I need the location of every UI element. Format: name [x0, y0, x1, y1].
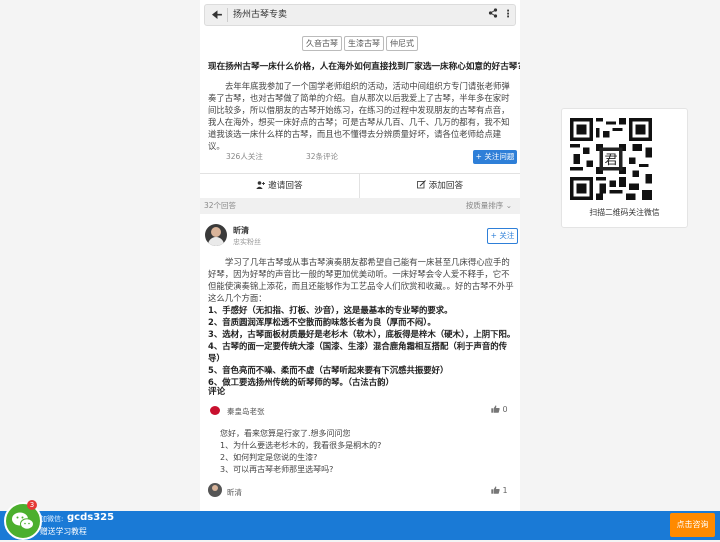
- comment-line: 3、可以再古琴老师那里选琴吗?: [220, 465, 334, 474]
- tag[interactable]: 仲尼式: [386, 36, 418, 51]
- sort-label: 按质量排序: [465, 201, 504, 210]
- main-column: 🠈 扬州古琴专卖 ⋮ 久音古琴 生漆古琴 仲尼式 现在扬州古琴一床什么价格，人在…: [200, 0, 520, 540]
- comment-line: 2、如何判定是您说的生漆?: [220, 453, 318, 462]
- comment-like-button[interactable]: 1: [491, 486, 508, 495]
- comment-body: 您好，看来您算是行家了.想多问问您 1、为什么要选老杉木的，我看很多是桐木的? …: [220, 428, 516, 476]
- comment-line: 1、为什么要选老杉木的，我看很多是桐木的?: [220, 441, 382, 450]
- question-body: 去年年底我参加了一个国学老师组织的活动，活动中间组织方专门请张老师弹奏了古琴，也…: [208, 81, 510, 151]
- wechat-label: 加微信:: [40, 515, 64, 523]
- qr-caption: 扫描二维码关注微信: [589, 208, 660, 217]
- comment-like-count: 0: [502, 405, 508, 414]
- more-vertical-icon[interactable]: ⋮: [503, 5, 513, 25]
- answer-point: 6、做工要选扬州传统的斫琴师的琴。（古法古韵）: [208, 377, 394, 387]
- answer-author-avatar[interactable]: [205, 224, 227, 246]
- thumbs-up-icon: [491, 486, 503, 495]
- comment-author-name[interactable]: 昕清: [227, 487, 242, 498]
- comments-count[interactable]: 32条评论: [306, 152, 338, 162]
- question-title: 现在扬州古琴一床什么价格，人在海外如何直接找到厂家选一床称心如意的好古琴?: [208, 62, 520, 72]
- add-answer-label: 添加回答: [428, 181, 464, 191]
- answer-body: 学习了几年古琴或从事古琴演奏朋友都希望自己能有一床甚至几床得心应手的好琴，因为好…: [208, 256, 516, 388]
- share-icon[interactable]: [488, 5, 500, 25]
- toolbar-divider: [227, 8, 228, 22]
- wechat-icon[interactable]: [4, 502, 42, 540]
- tag[interactable]: 久音古琴: [302, 36, 342, 51]
- comment-author-avatar[interactable]: [209, 404, 221, 416]
- wechat-id[interactable]: gcds325: [67, 512, 114, 523]
- answers-count: 32个回答: [204, 201, 237, 210]
- invite-answer-button[interactable]: 邀请回答: [200, 174, 360, 198]
- answers-bar: 32个回答 按质量排序 ⌄: [200, 198, 520, 214]
- comment-author-name[interactable]: 秦皇岛老张: [227, 406, 265, 417]
- back-arrow-icon[interactable]: 🠈: [209, 6, 225, 24]
- sort-dropdown[interactable]: 按质量排序 ⌄: [466, 198, 512, 214]
- followers-count: 326人关注: [226, 152, 263, 161]
- comment-line: 您好，看来您算是行家了.想多问问您: [220, 429, 351, 438]
- comment-author-avatar[interactable]: [208, 483, 222, 497]
- comment-like-count: 1: [502, 486, 508, 495]
- add-user-icon: [256, 181, 268, 191]
- comments-heading: 评论: [208, 387, 226, 397]
- answer-intro: 学习了几年古琴或从事古琴演奏朋友都希望自己能有一床甚至几床得心应手的好琴，因为好…: [208, 257, 514, 303]
- answer-point: 1、手感好（无扣指、打板、沙音），这是最基本的专业琴的要求。: [208, 305, 453, 315]
- invite-answer-label: 邀请回答: [268, 181, 303, 191]
- question-tags: 久音古琴 生漆古琴 仲尼式: [200, 36, 520, 51]
- page-title: 扬州古琴专卖: [233, 10, 288, 20]
- edit-icon: [417, 180, 429, 191]
- follow-author-button[interactable]: + 关注: [487, 228, 518, 244]
- add-answer-button[interactable]: 添加回答: [360, 174, 520, 198]
- answer-author-role: 忠实粉丝: [233, 238, 261, 246]
- qr-card: 君 扫描二维码关注微信: [561, 108, 688, 228]
- tag[interactable]: 生漆古琴: [344, 36, 384, 51]
- browser-toolbar: 🠈 扬州古琴专卖 ⋮: [204, 4, 516, 26]
- answer-point: 4、古琴的面一定要传统大漆（国漆、生漆）混合鹿角霜相互搭配（利于声音的传导）: [208, 341, 507, 363]
- svg-text:君: 君: [604, 153, 617, 168]
- qr-code-image: 君: [570, 118, 652, 200]
- consult-button[interactable]: 点击咨询: [670, 513, 715, 537]
- answer-point: 5、音色亮而不噪、柔而不虚（古琴听起来要有下沉感共振要好）: [208, 365, 449, 375]
- thumbs-up-icon: [491, 405, 503, 414]
- chevron-down-icon: ⌄: [505, 201, 512, 210]
- follow-question-button[interactable]: + 关注问题: [473, 150, 517, 164]
- answer-point: 2、音质圆润浑厚松透不空散而韵味悠长者为良（厚而不闷）。: [208, 317, 436, 327]
- answer-author-name[interactable]: 昕清: [233, 225, 249, 236]
- notification-badge: 3: [27, 500, 37, 510]
- comment-like-button[interactable]: 0: [491, 405, 508, 414]
- answer-point: 3、选材，古琴面板材质最好是老杉木（软木），底板得是梓木（硬木），上阴下阳。: [208, 329, 516, 339]
- bottom-subtitle: 赠送学习教程: [40, 527, 87, 536]
- answer-actions: 邀请回答 添加回答: [200, 173, 520, 199]
